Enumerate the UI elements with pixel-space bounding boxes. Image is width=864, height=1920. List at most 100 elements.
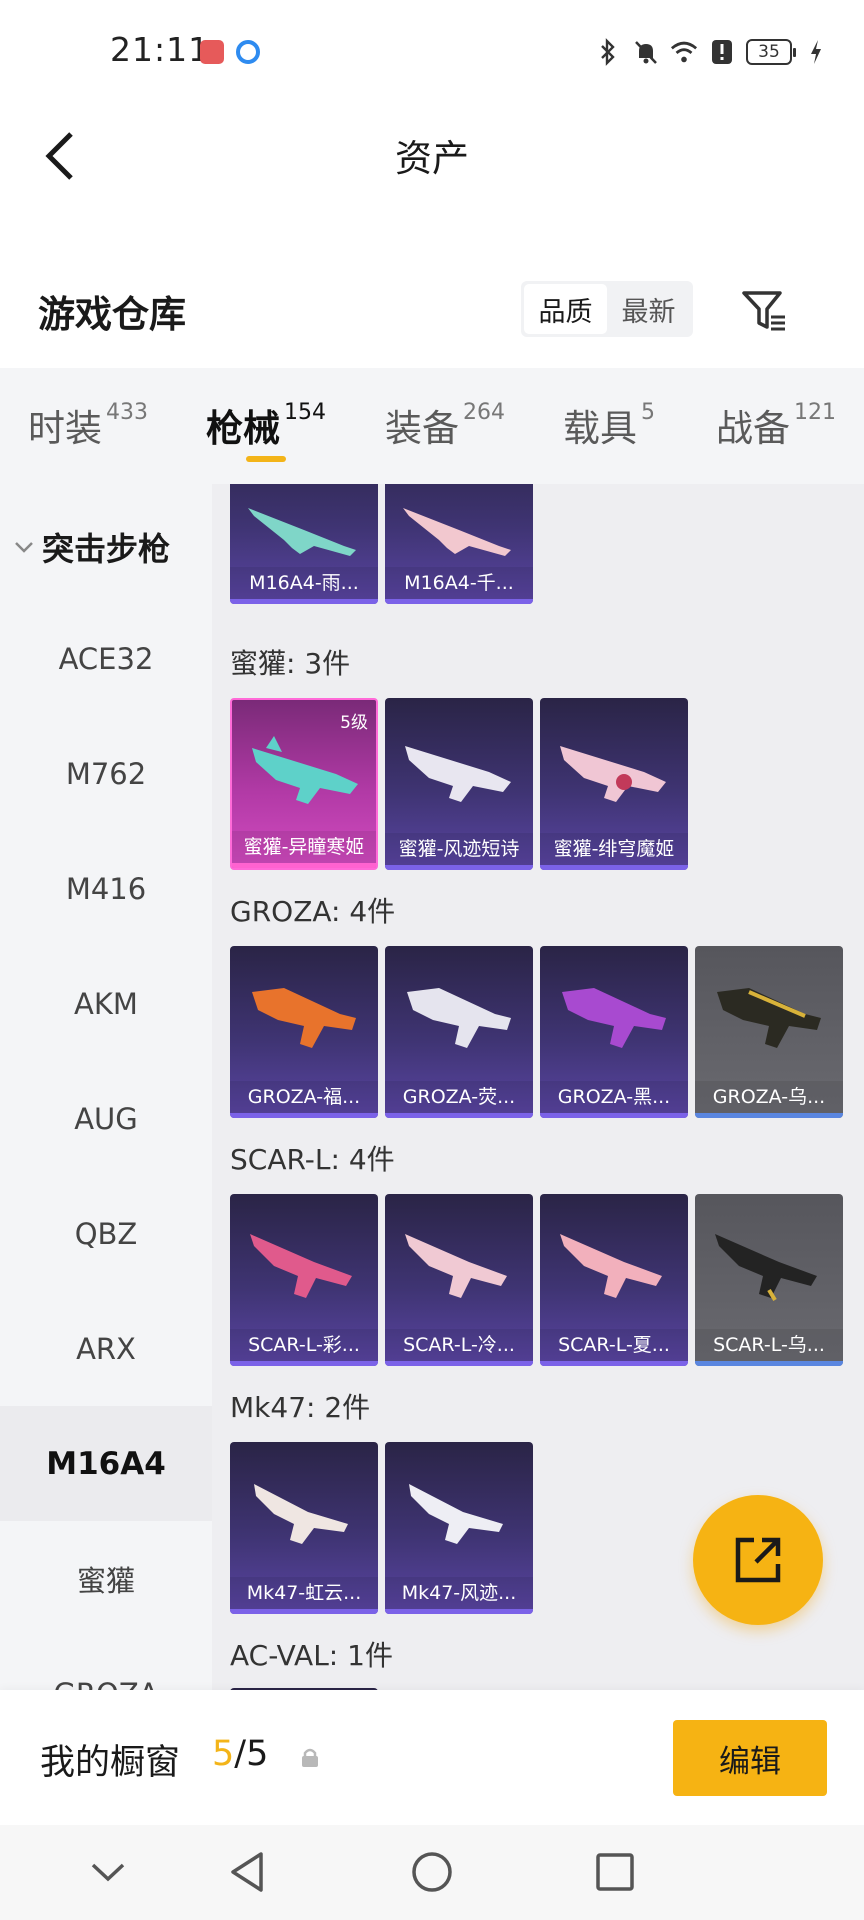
tab-vehicles[interactable]: 载具 5 bbox=[563, 398, 655, 452]
active-tab-indicator bbox=[246, 456, 286, 462]
sidebar-item-qbz[interactable]: QBZ bbox=[0, 1176, 212, 1291]
skin-card[interactable]: M16A4-雨... bbox=[230, 484, 378, 604]
warehouse-title: 游戏仓库 bbox=[38, 293, 186, 336]
sidebar-item-ace32[interactable]: ACE32 bbox=[0, 601, 212, 716]
quality-bar bbox=[385, 865, 533, 870]
wifi-icon bbox=[670, 38, 698, 66]
nav-back-button[interactable] bbox=[222, 1847, 272, 1897]
skin-name: GROZA-福... bbox=[230, 1081, 378, 1113]
section-title: 蜜獾: 3件 bbox=[230, 647, 351, 680]
skin-card[interactable]: SCAR-L-乌... bbox=[695, 1194, 843, 1366]
skin-name: 蜜獾-绯穹魔姬 bbox=[540, 833, 688, 865]
skin-card[interactable]: GROZA-荧... bbox=[385, 946, 533, 1118]
skin-card[interactable]: SCAR-L-彩... bbox=[230, 1194, 378, 1366]
sidebar-item-akm[interactable]: AKM bbox=[0, 946, 212, 1061]
tab-count: 264 bbox=[463, 400, 505, 425]
quality-bar bbox=[230, 1609, 378, 1614]
nav-home-button[interactable] bbox=[407, 1847, 457, 1897]
nav-hide-button[interactable] bbox=[83, 1847, 133, 1897]
chevron-down-icon bbox=[91, 1863, 125, 1882]
section-title: AC-VAL: 1件 bbox=[230, 1639, 393, 1672]
skin-card[interactable]: 蜜獾-绯穹魔姬 bbox=[540, 698, 688, 870]
sort-option-newest[interactable]: 最新 bbox=[607, 284, 690, 334]
circle-home-icon bbox=[412, 1852, 452, 1892]
section-title: SCAR-L: 4件 bbox=[230, 1143, 395, 1176]
share-icon bbox=[735, 1537, 781, 1583]
rifle-image bbox=[560, 1234, 662, 1298]
bullpup-rifle-image bbox=[252, 988, 356, 1048]
smg-image bbox=[252, 736, 358, 804]
filter-button[interactable] bbox=[735, 282, 793, 340]
share-button[interactable] bbox=[693, 1495, 823, 1625]
skin-name: M16A4-雨... bbox=[230, 567, 378, 599]
sidebar-item-m16a4[interactable]: M16A4 bbox=[0, 1406, 212, 1521]
edit-button[interactable]: 编辑 bbox=[673, 1720, 827, 1796]
skin-name: GROZA-荧... bbox=[385, 1081, 533, 1113]
filter-icon bbox=[742, 291, 785, 331]
quality-bar bbox=[230, 1361, 378, 1366]
skin-card[interactable]: Mk47-风迹... bbox=[385, 1442, 533, 1614]
sidebar-item-arx[interactable]: ARX bbox=[0, 1291, 212, 1406]
showcase-total: /5 bbox=[234, 1734, 269, 1774]
alert-icon bbox=[708, 38, 736, 66]
sidebar-item-m762[interactable]: M762 bbox=[0, 716, 212, 831]
quality-bar bbox=[540, 865, 688, 870]
showcase-count: 5/5 bbox=[212, 1734, 268, 1774]
rifle-image bbox=[248, 508, 356, 556]
skin-name: 蜜獾-风迹短诗 bbox=[385, 833, 533, 865]
section-title: Mk47: 2件 bbox=[230, 1391, 371, 1424]
skin-name: SCAR-L-冷... bbox=[385, 1329, 533, 1361]
quality-bar bbox=[695, 1113, 843, 1118]
quality-bar bbox=[230, 599, 378, 604]
weapon-sidebar: 突击步枪 ACE32 M762 M416 AKM AUG QBZ ARX M16… bbox=[0, 484, 212, 1690]
skin-card[interactable]: 蜜獾-风迹短诗 bbox=[385, 698, 533, 870]
skin-card[interactable]: SCAR-L-冷... bbox=[385, 1194, 533, 1366]
showcase-current: 5 bbox=[212, 1734, 235, 1774]
skin-name: SCAR-L-夏... bbox=[540, 1329, 688, 1361]
tab-equipment[interactable]: 装备 264 bbox=[385, 398, 505, 452]
rifle-image bbox=[403, 508, 511, 556]
skin-card[interactable]: M16A4-千... bbox=[385, 484, 533, 604]
showcase-bar: 我的橱窗 5/5 编辑 bbox=[0, 1690, 864, 1825]
skin-card[interactable]: GROZA-乌... bbox=[695, 946, 843, 1118]
sort-option-quality[interactable]: 品质 bbox=[524, 284, 607, 334]
skin-card[interactable]: SCAR-L-夏... bbox=[540, 1194, 688, 1366]
bullpup-rifle-image bbox=[407, 988, 511, 1048]
tab-label: 载具 bbox=[563, 407, 637, 450]
status-bar: 21:11 35 bbox=[0, 0, 864, 104]
sidebar-item-honey-badger[interactable]: 蜜獾 bbox=[0, 1521, 212, 1636]
skin-name: GROZA-乌... bbox=[695, 1081, 843, 1113]
tab-label: 枪械 bbox=[206, 407, 280, 450]
tab-gear[interactable]: 战备 121 bbox=[716, 398, 836, 452]
status-time: 21:11 bbox=[110, 30, 211, 69]
rifle-image bbox=[250, 1234, 352, 1298]
skin-name: Mk47-虹云... bbox=[230, 1577, 378, 1609]
sidebar-item-aug[interactable]: AUG bbox=[0, 1061, 212, 1176]
tab-label: 时装 bbox=[28, 407, 102, 450]
smg-image bbox=[560, 746, 666, 802]
skin-name: M16A4-千... bbox=[385, 567, 533, 599]
skin-card[interactable]: Mk47-虹云... bbox=[230, 1442, 378, 1614]
nav-recents-button[interactable] bbox=[590, 1847, 640, 1897]
skin-card[interactable]: GROZA-黑... bbox=[540, 946, 688, 1118]
tab-guns[interactable]: 枪械 154 bbox=[206, 398, 326, 452]
sidebar-group-assault-rifles[interactable]: 突击步枪 bbox=[14, 524, 170, 570]
category-tabs: 时装 433 枪械 154 装备 264 载具 5 战备 121 bbox=[0, 368, 864, 484]
quality-bar bbox=[230, 1113, 378, 1118]
sidebar-group-label: 突击步枪 bbox=[42, 530, 171, 568]
skin-card[interactable]: 5级 蜜獾-异瞳寒姬 bbox=[230, 698, 378, 870]
section-title: GROZA: 4件 bbox=[230, 895, 396, 928]
sidebar-item-m416[interactable]: M416 bbox=[0, 831, 212, 946]
sidebar-item-groza[interactable]: GROZA bbox=[0, 1636, 212, 1691]
quality-bar bbox=[540, 1113, 688, 1118]
triangle-back-icon bbox=[231, 1852, 263, 1892]
bluetooth-icon bbox=[594, 38, 622, 66]
skin-card[interactable]: GROZA-福... bbox=[230, 946, 378, 1118]
quality-bar bbox=[540, 1361, 688, 1366]
quality-bar bbox=[385, 1609, 533, 1614]
tab-fashion[interactable]: 时装 433 bbox=[28, 398, 148, 452]
quality-bar bbox=[385, 599, 533, 604]
rifle-image bbox=[715, 1234, 817, 1302]
skin-name: 蜜獾-异瞳寒姬 bbox=[232, 831, 376, 863]
charging-icon bbox=[802, 38, 830, 66]
